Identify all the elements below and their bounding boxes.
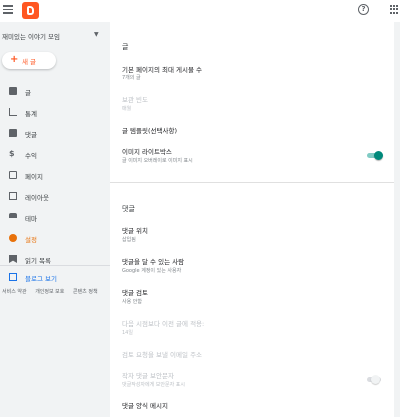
blog-name: 재미있는 이야기 모임 xyxy=(2,33,60,41)
theme-icon xyxy=(9,213,17,218)
sidebar-divider xyxy=(0,265,110,266)
comments-icon xyxy=(9,129,17,137)
comment-form-message-setting[interactable]: 댓글 양식 메시지 xyxy=(122,400,168,410)
archive-frequency-value: 매월 xyxy=(122,106,132,112)
section-divider xyxy=(110,182,394,183)
comment-moderation-value: 사용 안함 xyxy=(122,299,142,305)
plus-icon: + xyxy=(10,54,19,65)
image-lightbox-description: 글 이미지 오버레이로 이미지 표시 xyxy=(122,158,193,164)
apps-grid-icon[interactable] xyxy=(390,5,399,14)
sidebar-item-pages[interactable]: 페이지 xyxy=(0,166,110,187)
comment-location-setting[interactable]: 댓글 위치 xyxy=(122,225,148,235)
sidebar-item-label: 글 xyxy=(25,89,31,97)
image-lightbox-setting: 이미지 라이트박스 xyxy=(122,148,172,156)
sidebar-item-theme[interactable]: 테마 xyxy=(0,208,110,229)
who-can-comment-value: Google 계정이 있는 사용자 xyxy=(122,268,182,274)
comment-captcha-toggle[interactable] xyxy=(367,375,382,384)
pages-icon xyxy=(9,171,17,179)
sidebar-item-settings[interactable]: 설정 xyxy=(0,229,110,250)
blog-selector[interactable]: 재미있는 이야기 모임 ▼ xyxy=(0,30,110,44)
comments-section-title: 댓글 xyxy=(122,205,135,213)
sidebar-item-layout[interactable]: 레이아웃 xyxy=(0,187,110,208)
sidebar-item-label: 댓글 xyxy=(25,131,37,139)
view-blog-link[interactable]: 블로그 보기 xyxy=(0,268,110,289)
sidebar-item-label: 수익 xyxy=(25,152,37,160)
reading-list-icon xyxy=(9,255,17,263)
archive-frequency-setting[interactable]: 보관 빈도 xyxy=(122,94,148,104)
image-lightbox-toggle[interactable] xyxy=(367,151,383,160)
view-blog-label: 블로그 보기 xyxy=(25,275,57,283)
apply-to-older-posts-value: 14일 xyxy=(122,330,133,336)
apply-to-older-posts-setting[interactable]: 다음 시점보다 이전 글에 적용: xyxy=(122,318,204,328)
earnings-icon: $ xyxy=(9,149,15,158)
moderation-email-setting[interactable]: 검토 요청을 보낼 이메일 주소 xyxy=(122,349,202,359)
help-icon[interactable]: ? xyxy=(358,4,369,15)
sidebar-item-label: 페이지 xyxy=(25,173,43,181)
sidebar-item-stats[interactable]: 통계 xyxy=(0,103,110,124)
privacy-link[interactable]: 개인정보 보호 xyxy=(35,289,64,295)
comment-moderation-setting[interactable]: 댓글 검토 xyxy=(122,287,148,297)
top-bar: ? xyxy=(0,0,400,22)
who-can-comment-setting[interactable]: 댓글을 달 수 있는 사람 xyxy=(122,256,184,266)
sidebar-item-earnings[interactable]: $ 수익 xyxy=(0,145,110,166)
footer-links: 서비스 약관 개인정보 보호 콘텐츠 정책 xyxy=(2,288,105,295)
comment-location-value: 삽입됨 xyxy=(122,237,136,243)
settings-panel: 글 기본 페이지의 최대 게시물 수 7개의 글 보관 빈도 매월 글 템플릿(… xyxy=(110,22,394,417)
post-template-setting[interactable]: 글 템플릿(선택사항) xyxy=(122,125,177,135)
posts-icon xyxy=(9,87,17,95)
toggle-knob xyxy=(371,375,380,384)
sidebar-item-posts[interactable]: 글 xyxy=(0,82,110,103)
posts-section-title: 글 xyxy=(122,43,129,51)
max-posts-value: 7개의 글 xyxy=(122,75,141,81)
new-post-label: 새 글 xyxy=(22,58,37,66)
sidebar: 재미있는 이야기 모임 ▼ + 새 글 글 통계 댓글 $ 수익 페이지 레이아… xyxy=(0,22,110,417)
sidebar-item-label: 통계 xyxy=(25,110,37,118)
open-external-icon xyxy=(9,273,17,281)
toggle-knob xyxy=(374,151,383,160)
caret-down-icon: ▼ xyxy=(94,31,99,38)
settings-icon xyxy=(9,234,17,242)
sidebar-nav: 글 통계 댓글 $ 수익 페이지 레이아웃 테마 설정 읽기 목록 xyxy=(0,82,110,271)
comment-captcha-setting: 작자 댓글 보안문자 xyxy=(122,372,174,380)
blogger-logo-icon[interactable] xyxy=(22,2,39,19)
sidebar-item-label: 읽기 목록 xyxy=(25,257,51,265)
content-policy-link[interactable]: 콘텐츠 정책 xyxy=(73,289,98,295)
layout-icon xyxy=(9,192,17,200)
new-post-button[interactable]: + 새 글 xyxy=(2,52,56,69)
max-posts-setting[interactable]: 기본 페이지의 최대 게시물 수 xyxy=(122,64,202,74)
sidebar-item-label: 테마 xyxy=(25,215,37,223)
sidebar-item-label: 레이아웃 xyxy=(25,194,49,202)
stats-icon xyxy=(9,108,17,116)
sidebar-item-label: 설정 xyxy=(25,236,37,244)
scrollbar[interactable] xyxy=(394,22,400,417)
hamburger-menu-icon[interactable] xyxy=(3,5,13,15)
sidebar-item-comments[interactable]: 댓글 xyxy=(0,124,110,145)
terms-link[interactable]: 서비스 약관 xyxy=(2,289,27,295)
comment-captcha-description: 댓글작성자에게 보안문자 표시 xyxy=(122,382,185,388)
